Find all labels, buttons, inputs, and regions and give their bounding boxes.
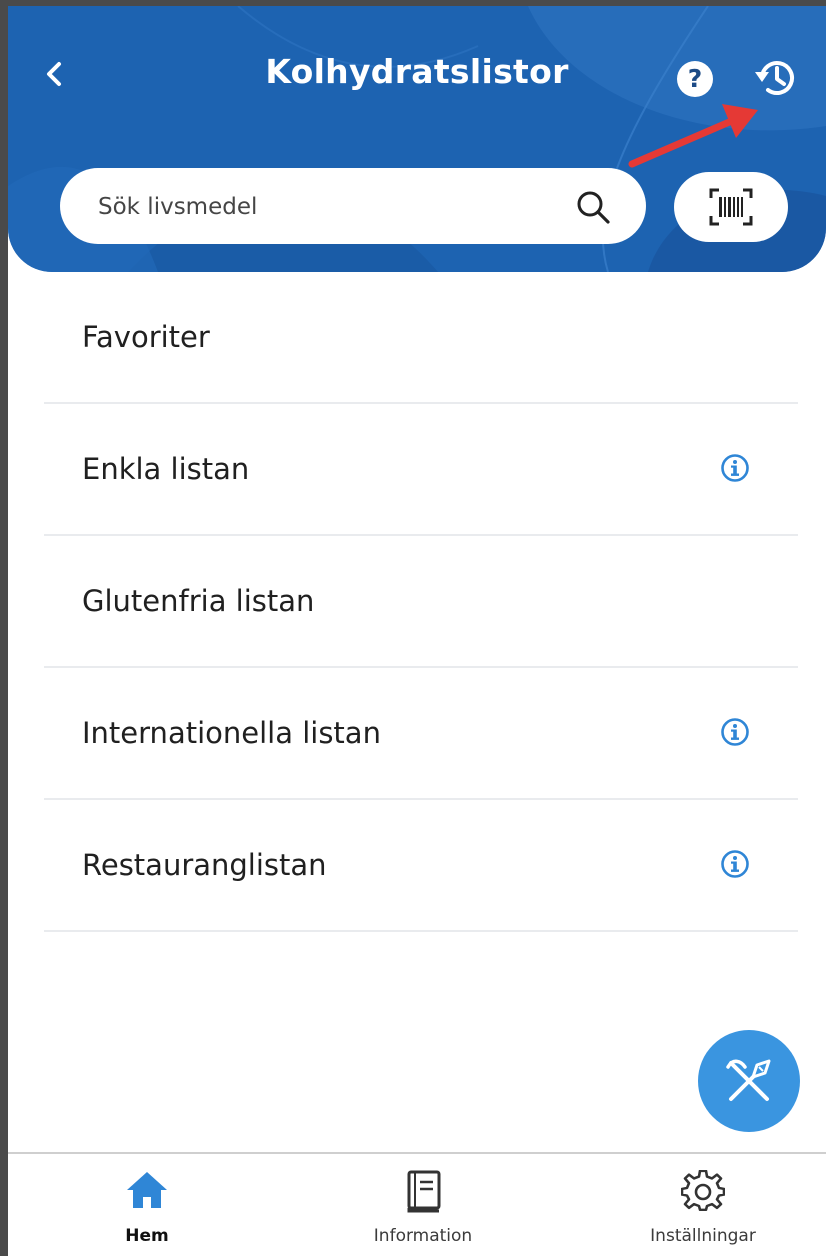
meal-fab-button[interactable] <box>698 1030 800 1132</box>
app-screen: Kolhydratslistor ? Sök livsmedel Favorit… <box>0 0 826 1256</box>
home-icon <box>127 1172 167 1208</box>
list-item-label: Favoriter <box>82 320 210 354</box>
bottom-navigation: Hem Information Inställningar <box>8 1152 826 1256</box>
list-item-label: Enkla listan <box>82 452 250 486</box>
search-bar <box>60 168 646 246</box>
carb-lists: Favoriter Enkla listan Glutenfria listan… <box>44 272 798 932</box>
nav-label: Information <box>373 1226 473 1246</box>
nav-label: Hem <box>125 1226 169 1246</box>
utensils-icon <box>726 1059 771 1101</box>
nav-label: Inställningar <box>650 1226 756 1246</box>
list-item-label: Internationella listan <box>82 716 381 750</box>
app-header: Kolhydratslistor ? <box>8 6 826 272</box>
help-button[interactable]: ? <box>677 61 713 97</box>
list-item-internationella-listan[interactable]: Internationella listan <box>44 668 798 800</box>
info-icon[interactable] <box>720 717 750 747</box>
nav-item-installningar[interactable]: Inställningar <box>628 1154 778 1256</box>
info-icon[interactable] <box>720 453 750 483</box>
list-item-label: Glutenfria listan <box>82 584 315 618</box>
search-input[interactable] <box>96 168 540 246</box>
gear-icon <box>681 1170 725 1212</box>
info-icon[interactable] <box>720 849 750 879</box>
list-item-enkla-listan[interactable]: Enkla listan <box>44 404 798 536</box>
list-item-glutenfria-listan[interactable]: Glutenfria listan <box>44 536 798 668</box>
list-item-label: Restauranglistan <box>82 848 327 882</box>
history-icon <box>755 61 794 95</box>
question-circle-icon: ? <box>687 64 703 93</box>
list-item-restauranglistan[interactable]: Restauranglistan <box>44 800 798 932</box>
nav-item-hem[interactable]: Hem <box>82 1154 212 1256</box>
book-icon <box>407 1170 441 1213</box>
search-icon[interactable] <box>574 188 612 226</box>
list-item-favoriter[interactable]: Favoriter <box>44 272 798 404</box>
nav-item-information[interactable]: Information <box>358 1154 488 1256</box>
barcode-scan-icon <box>709 188 753 226</box>
barcode-scan-button[interactable] <box>674 172 788 242</box>
history-button[interactable] <box>752 54 800 102</box>
